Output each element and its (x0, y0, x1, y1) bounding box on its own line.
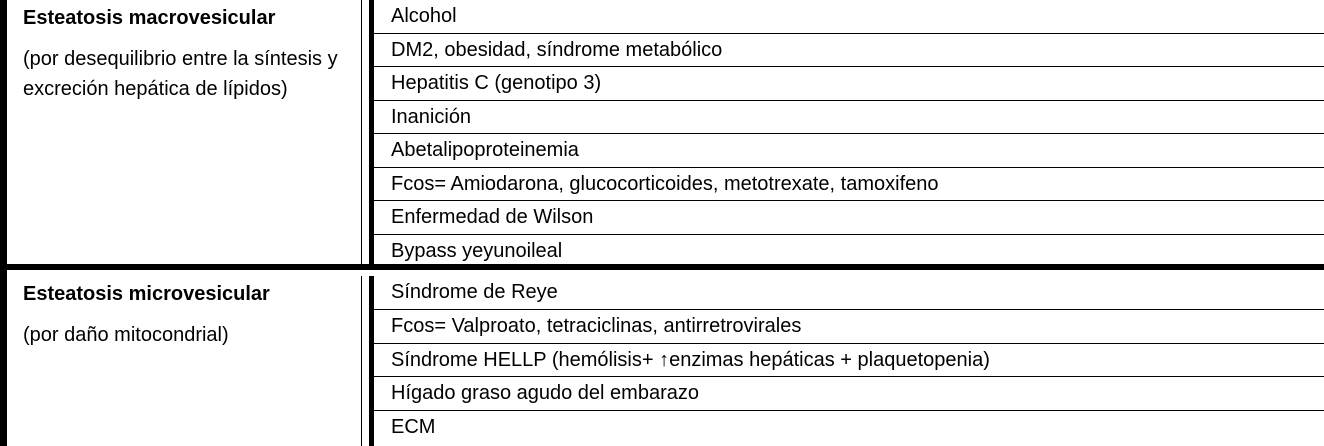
list-item: Enfermedad de Wilson (374, 201, 1324, 235)
list-item: Hepatitis C (genotipo 3) (374, 67, 1324, 101)
list-item: Alcohol (374, 0, 1324, 34)
section-label-cell: Esteatosis microvesicular (por daño mito… (7, 276, 362, 446)
list-item: Síndrome de Reye (374, 276, 1324, 310)
section-title: Esteatosis microvesicular (23, 283, 270, 305)
section-description: (por daño mitocondrial) (23, 324, 229, 346)
list-item: Hígado graso agudo del embarazo (374, 377, 1324, 412)
steatosis-table: Esteatosis macrovesicular (por desequili… (0, 0, 1324, 446)
section-label-cell: Esteatosis macrovesicular (por desequili… (7, 0, 362, 264)
cause-list: Alcohol DM2, obesidad, síndrome metabóli… (374, 0, 1324, 268)
section-description: (por desequilibrio entre la síntesis y e… (23, 48, 338, 100)
list-item: ECM (391, 416, 436, 439)
list-item: Bypass yeyunoileal (391, 239, 563, 262)
list-item: DM2, obesidad, síndrome metabólico (374, 34, 1324, 67)
list-item: Inanición (374, 101, 1324, 134)
section-title: Esteatosis macrovesicular (23, 7, 276, 29)
list-item: Fcos= Valproato, tetraciclinas, antirret… (374, 310, 1324, 344)
cause-list: Síndrome de Reye Fcos= Valproato, tetrac… (374, 276, 1324, 445)
list-item: Fcos= Amiodarona, glucocorticoides, meto… (374, 168, 1324, 201)
section-microvesicular: Esteatosis microvesicular (por daño mito… (7, 276, 1324, 446)
list-item: Abetalipoproteinemia (374, 134, 1324, 168)
section-macrovesicular: Esteatosis macrovesicular (por desequili… (7, 0, 1324, 270)
list-item: Síndrome HELLP (hemólisis+ ↑enzimas hepá… (374, 344, 1324, 378)
